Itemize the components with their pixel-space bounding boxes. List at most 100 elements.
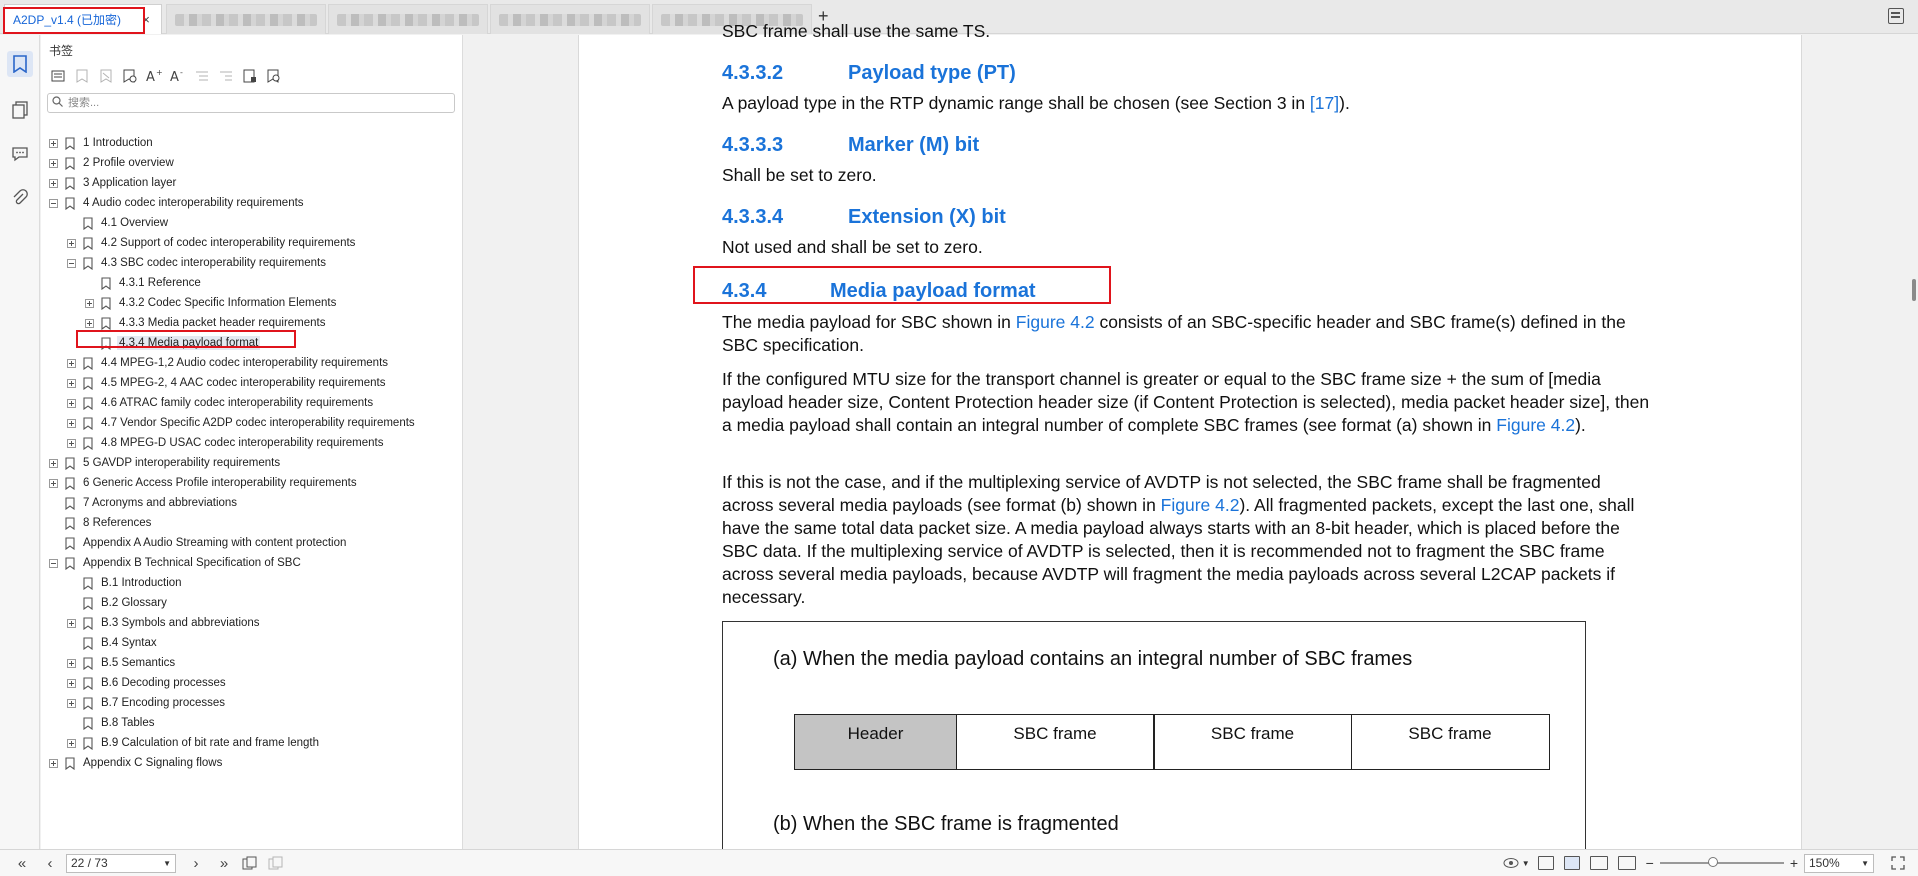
two-page-continuous-icon[interactable] <box>1617 856 1636 870</box>
bookmark-search-icon[interactable] <box>265 67 283 85</box>
bookmark-item[interactable]: 2 Profile overview <box>49 153 176 173</box>
bookmark-item[interactable]: 3 Application layer <box>49 173 178 193</box>
bookmark-search-box[interactable] <box>47 93 455 113</box>
expand-icon[interactable] <box>49 458 58 468</box>
expand-icon[interactable] <box>67 738 76 748</box>
tab-redacted-1[interactable] <box>166 4 326 34</box>
figure-4-2-link[interactable]: Figure 4.2 <box>1496 415 1575 435</box>
zoom-slider[interactable] <box>1659 857 1784 867</box>
bookmark-item[interactable]: B.6 Decoding processes <box>67 673 228 693</box>
expand-icon[interactable] <box>67 398 76 408</box>
previous-page-icon[interactable]: ‹ <box>40 853 60 873</box>
expand-icon[interactable] <box>67 358 76 368</box>
comments-icon[interactable] <box>7 141 33 167</box>
single-page-icon[interactable] <box>1537 856 1554 870</box>
search-input[interactable] <box>68 97 448 109</box>
expand-icon[interactable] <box>49 478 58 488</box>
bookmark-properties-icon[interactable] <box>121 67 139 85</box>
expand-icon[interactable] <box>67 378 76 388</box>
chevron-down-icon[interactable]: ▼ <box>163 859 171 868</box>
bookmark-item[interactable]: Appendix C Signaling flows <box>49 753 224 773</box>
close-icon[interactable]: × <box>139 12 153 27</box>
window-menu-icon[interactable] <box>1888 8 1904 24</box>
tab-redacted-3[interactable] <box>490 4 650 34</box>
bookmark-item[interactable]: 4.3.2 Codec Specific Information Element… <box>85 293 338 313</box>
bookmark-item[interactable]: 4.4 MPEG-1,2 Audio codec interoperabilit… <box>67 353 390 373</box>
expand-icon[interactable] <box>67 698 76 708</box>
bookmark-item[interactable]: 4.8 MPEG-D USAC codec interoperability r… <box>67 433 386 453</box>
collapse-icon[interactable] <box>49 198 58 208</box>
bookmark-item[interactable]: B.1 Introduction <box>67 573 184 593</box>
bookmark-item[interactable]: 4 Audio codec interoperability requireme… <box>49 193 306 213</box>
promote-bookmark-icon[interactable] <box>193 67 211 85</box>
bookmark-item[interactable]: B.8 Tables <box>67 713 157 733</box>
bookmark-item[interactable]: 6 Generic Access Profile interoperabilit… <box>49 473 359 493</box>
delete-bookmark-icon[interactable] <box>97 67 115 85</box>
add-bookmark-icon[interactable] <box>73 67 91 85</box>
copy-page-icon[interactable] <box>266 853 286 873</box>
zoom-slider-handle[interactable] <box>1708 857 1719 867</box>
bookmark-item[interactable]: Appendix A Audio Streaming with content … <box>49 533 348 553</box>
chevron-down-icon[interactable]: ▼ <box>1522 859 1530 868</box>
tab-a2dp-document[interactable]: A2DP_v1.4 (已加密) × <box>4 4 162 34</box>
bookmark-item[interactable]: 4.2 Support of codec interoperability re… <box>67 233 357 253</box>
bookmark-item[interactable]: 8 References <box>49 513 153 533</box>
last-page-icon[interactable]: » <box>214 853 234 873</box>
expand-icon[interactable] <box>85 318 94 328</box>
bookmark-item[interactable]: 1 Introduction <box>49 133 155 153</box>
bookmark-item[interactable]: 4.3 SBC codec interoperability requireme… <box>67 253 328 273</box>
bookmark-item[interactable]: B.2 Glossary <box>67 593 169 613</box>
thumbnails-icon[interactable] <box>7 97 33 123</box>
first-page-icon[interactable]: « <box>12 853 32 873</box>
expand-icon[interactable] <box>67 658 76 668</box>
expand-icon[interactable] <box>49 758 58 768</box>
expand-icon[interactable] <box>67 418 76 428</box>
bookmark-item[interactable]: 4.3.4 Media payload format <box>85 333 261 353</box>
bookmark-item[interactable]: B.3 Symbols and abbreviations <box>67 613 262 633</box>
zoom-out-icon[interactable]: − <box>1646 855 1654 871</box>
bookmark-panel-icon[interactable] <box>7 51 33 77</box>
zoom-in-icon[interactable]: + <box>1790 855 1798 871</box>
expand-icon[interactable] <box>49 178 58 188</box>
bookmark-item[interactable]: 4.1 Overview <box>67 213 170 233</box>
bookmark-item[interactable]: 4.7 Vendor Specific A2DP codec interoper… <box>67 413 417 433</box>
expand-icon[interactable] <box>67 618 76 628</box>
bookmark-item[interactable]: 7 Acronyms and abbreviations <box>49 493 239 513</box>
bookmark-item[interactable]: 4.3.3 Media packet header requirements <box>85 313 327 333</box>
expand-icon[interactable] <box>49 158 58 168</box>
bookmark-item[interactable]: B.9 Calculation of bit rate and frame le… <box>67 733 321 753</box>
attachment-icon[interactable] <box>7 185 33 211</box>
rotate-view-icon[interactable] <box>240 853 260 873</box>
ref-17-link[interactable]: [17] <box>1310 93 1339 113</box>
expand-icon[interactable] <box>49 138 58 148</box>
continuous-page-icon[interactable] <box>1563 856 1580 870</box>
expand-icon[interactable] <box>67 238 76 248</box>
expand-icon[interactable] <box>67 678 76 688</box>
expand-icon[interactable] <box>67 438 76 448</box>
bookmark-item[interactable]: Appendix B Technical Specification of SB… <box>49 553 303 573</box>
font-increase-icon[interactable]: A + <box>145 67 163 85</box>
tab-redacted-2[interactable] <box>328 4 488 34</box>
figure-4-2-link[interactable]: Figure 4.2 <box>1016 312 1095 332</box>
two-page-icon[interactable] <box>1589 856 1608 870</box>
scrollbar-thumb[interactable] <box>1912 279 1916 301</box>
eye-view-icon[interactable] <box>1502 853 1522 873</box>
bookmark-item[interactable]: 4.6 ATRAC family codec interoperability … <box>67 393 375 413</box>
figure-4-2-link[interactable]: Figure 4.2 <box>1161 495 1240 515</box>
font-decrease-icon[interactable]: A- <box>169 67 187 85</box>
demote-bookmark-icon[interactable] <box>217 67 235 85</box>
bookmark-item[interactable]: 4.3.1 Reference <box>85 273 203 293</box>
collapse-icon[interactable] <box>49 558 58 568</box>
bookmark-item[interactable]: B.5 Semantics <box>67 653 177 673</box>
bookmark-item[interactable]: B.4 Syntax <box>67 633 159 653</box>
bookmark-item[interactable]: 5 GAVDP interoperability requirements <box>49 453 282 473</box>
bookmark-item[interactable]: B.7 Encoding processes <box>67 693 227 713</box>
zoom-level-field[interactable]: 150% ▼ <box>1804 853 1874 873</box>
bookmark-from-page-icon[interactable] <box>241 67 259 85</box>
next-page-icon[interactable]: › <box>186 853 206 873</box>
collapse-icon[interactable] <box>67 258 76 268</box>
fullscreen-icon[interactable] <box>1888 853 1908 873</box>
page-number-field[interactable]: 22 / 73 ▼ <box>66 853 176 873</box>
expand-icon[interactable] <box>85 298 94 308</box>
bookmark-item[interactable]: 4.5 MPEG-2, 4 AAC codec interoperability… <box>67 373 387 393</box>
